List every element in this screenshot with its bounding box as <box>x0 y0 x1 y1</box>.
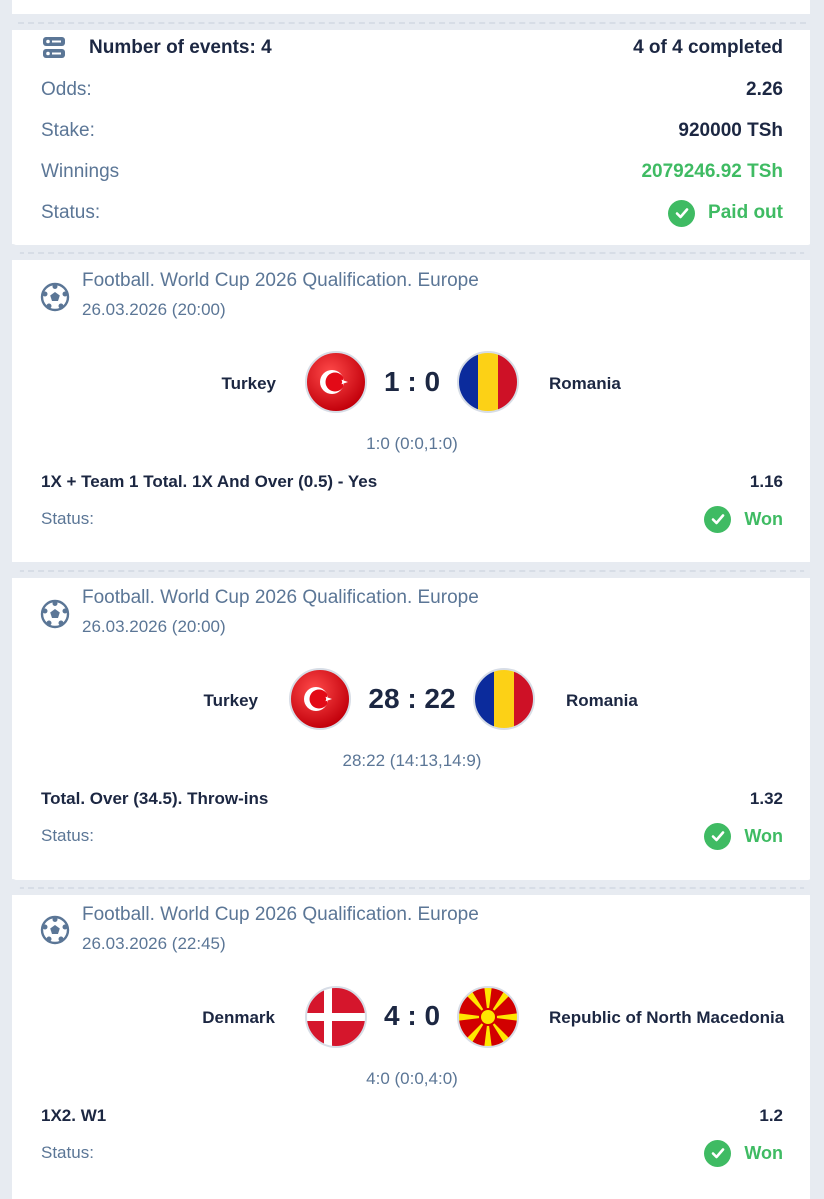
check-circle-icon <box>704 505 732 533</box>
notch <box>804 879 820 895</box>
team-1-name: Turkey <box>203 691 259 710</box>
match-date: 26.03.2026 (22:45) <box>82 934 226 953</box>
bet-name: 1X2. W1 <box>41 1106 107 1125</box>
top-card-fragment <box>12 0 810 14</box>
score-detail: 1:0 (0:0,1:0) <box>366 434 458 453</box>
turkey-flag-icon <box>304 350 368 414</box>
bet-name: 1X + Team 1 Total. 1X And Over (0.5) - Y… <box>41 472 378 491</box>
bet-row: 1X2. W1 1.2 <box>41 1106 783 1126</box>
league-name: Football. World Cup 2026 Qualification. … <box>82 270 479 291</box>
bet-name: Total. Over (34.5). Throw-ins <box>41 789 269 808</box>
team-1-name: Denmark <box>202 1008 275 1027</box>
bet-odds: 1.32 <box>749 789 783 808</box>
notch <box>4 244 20 260</box>
winnings-row: Winnings 2079246.92 TSh <box>41 158 783 186</box>
events-row: Number of events: 4 4 of 4 completed <box>41 33 783 63</box>
status-label: Status: <box>41 1143 94 1162</box>
status-label: Status: <box>41 202 101 223</box>
odds-value: 2.26 <box>746 79 783 100</box>
score-detail: 28:22 (14:13,14:9) <box>342 751 482 770</box>
separator <box>18 887 806 889</box>
match-score: 28 : 22 <box>368 683 456 714</box>
league-name: Football. World Cup 2026 Qualification. … <box>82 904 479 925</box>
events-list-icon <box>41 35 67 61</box>
stake-label: Stake: <box>41 120 95 141</box>
match-score: 4 : 0 <box>383 1000 441 1031</box>
odds-row: Odds: 2.26 <box>41 76 783 104</box>
stake-row: Stake: 920000 TSh <box>41 117 783 145</box>
football-icon <box>40 599 70 629</box>
romania-flag-icon <box>456 350 520 414</box>
football-icon <box>40 915 70 945</box>
football-icon <box>40 282 70 312</box>
team-2-name: Romania <box>566 691 638 710</box>
events-count: Number of events: 4 <box>89 37 272 58</box>
team-2-name: Republic of North Macedonia <box>549 1008 785 1027</box>
event-status-row: Status: Won <box>41 822 783 850</box>
bet-odds: 1.2 <box>759 1106 783 1125</box>
status-value: Won <box>744 1142 783 1163</box>
check-circle-icon <box>668 199 696 227</box>
event-status-row: Status: Won <box>41 505 783 533</box>
status-row: Status: Paid out <box>41 198 783 228</box>
match-score: 1 : 0 <box>383 366 441 397</box>
north-macedonia-flag-icon <box>456 985 520 1049</box>
separator <box>18 252 806 254</box>
winnings-label: Winnings <box>41 161 120 182</box>
turkey-flag-icon <box>288 667 352 731</box>
odds-label: Odds: <box>41 79 92 100</box>
status-value: Won <box>744 825 783 846</box>
check-circle-icon <box>704 822 732 850</box>
romania-flag-icon <box>472 667 536 731</box>
bet-row: 1X + Team 1 Total. 1X And Over (0.5) - Y… <box>41 472 783 492</box>
status-label: Status: <box>41 509 94 528</box>
notch <box>804 562 820 578</box>
separator <box>18 22 806 24</box>
team-2-name: Romania <box>549 374 621 393</box>
completed-count: 4 of 4 completed <box>633 37 783 58</box>
winnings-value: 2079246.92 TSh <box>641 161 783 182</box>
check-circle-icon <box>704 1139 732 1167</box>
event-status-row: Status: Won <box>41 1139 783 1167</box>
status-value: Paid out <box>708 202 783 223</box>
score-detail: 4:0 (0:0,4:0) <box>366 1069 458 1088</box>
team-1-name: Turkey <box>221 374 277 393</box>
bet-row: Total. Over (34.5). Throw-ins 1.32 <box>41 789 783 809</box>
separator <box>18 570 806 572</box>
bet-odds: 1.16 <box>749 472 783 491</box>
notch <box>4 562 20 578</box>
league-name: Football. World Cup 2026 Qualification. … <box>82 587 479 608</box>
match-date: 26.03.2026 (20:00) <box>82 300 226 319</box>
match-date: 26.03.2026 (20:00) <box>82 617 226 636</box>
status-label: Status: <box>41 826 94 845</box>
denmark-flag-icon <box>304 985 368 1049</box>
status-value: Won <box>744 508 783 529</box>
stake-value: 920000 TSh <box>678 120 783 141</box>
notch <box>804 244 820 260</box>
notch <box>4 879 20 895</box>
